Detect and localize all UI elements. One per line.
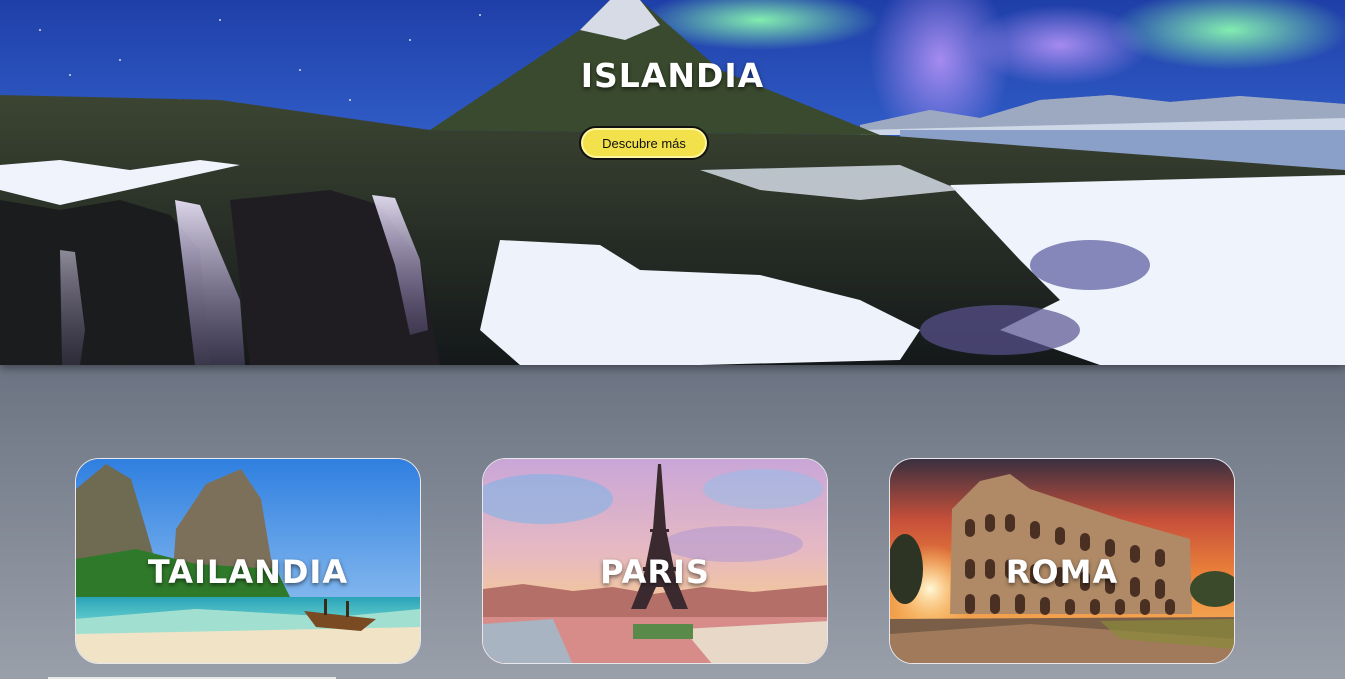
destination-card-paris[interactable]: PARIS [482,458,828,664]
destination-card-tailandia[interactable]: TAILANDIA [75,458,421,664]
destination-title: TAILANDIA [147,553,349,591]
destination-title: PARIS [600,553,710,591]
hero-image-iceland [0,0,1345,365]
destination-title: ROMA [1005,553,1119,591]
discover-more-button[interactable]: Descubre más [579,126,709,160]
destination-card-roma[interactable]: ROMA [889,458,1235,664]
hero-title: ISLANDIA [580,56,765,95]
hero-banner: ISLANDIA Descubre más [0,0,1345,365]
